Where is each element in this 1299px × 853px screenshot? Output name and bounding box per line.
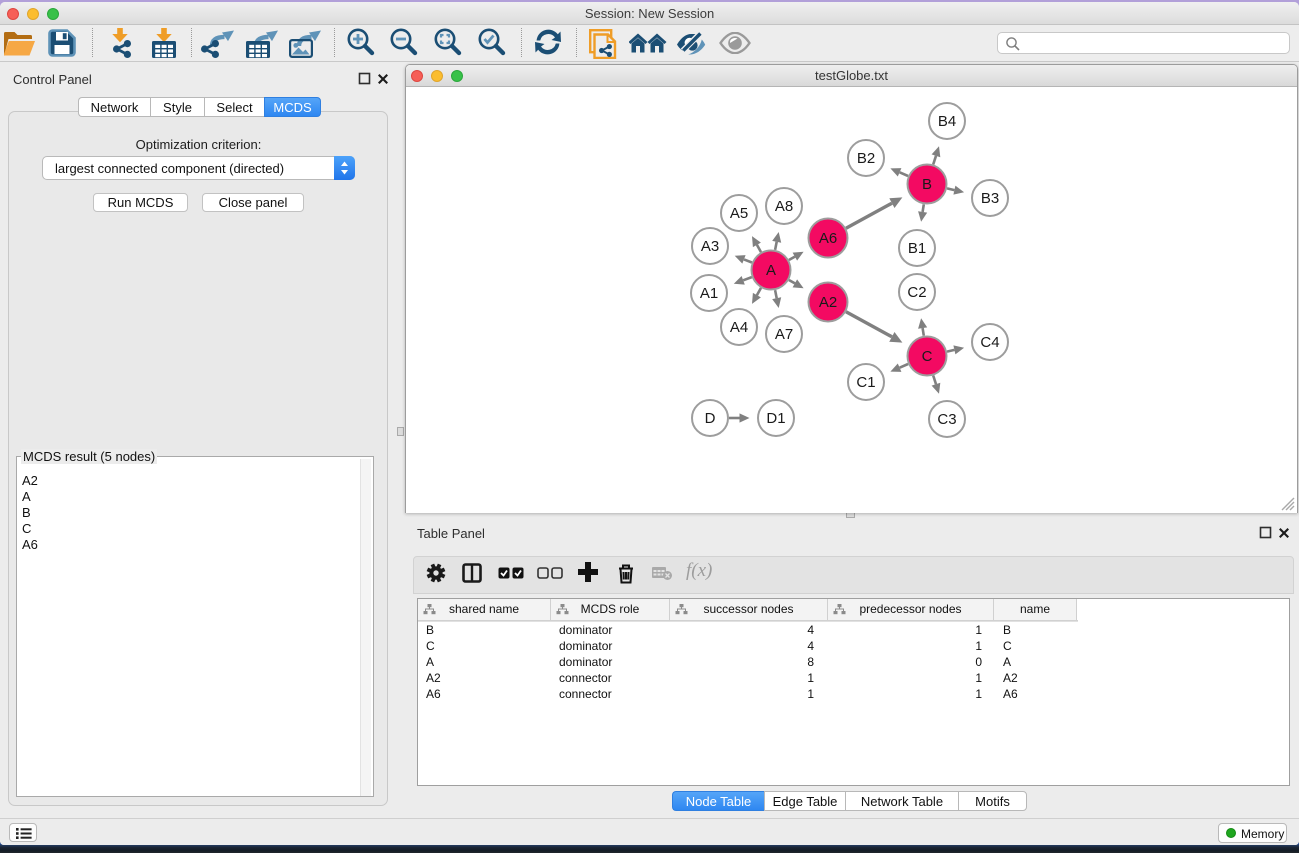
svg-text:A5: A5 [730,205,748,222]
svg-text:A7: A7 [775,326,793,343]
svg-text:B4: B4 [938,113,956,130]
svg-text:A3: A3 [701,238,719,255]
svg-text:A8: A8 [775,198,793,215]
svg-text:B: B [922,176,932,193]
svg-text:A6: A6 [819,230,837,247]
svg-text:C3: C3 [937,411,956,428]
svg-text:B1: B1 [908,240,926,257]
svg-text:C1: C1 [856,374,875,391]
svg-text:B2: B2 [857,150,875,167]
svg-text:D: D [705,410,716,427]
svg-text:B3: B3 [981,190,999,207]
svg-text:A4: A4 [730,319,748,336]
svg-text:A1: A1 [700,285,718,302]
svg-text:A: A [766,262,776,279]
svg-text:C2: C2 [907,284,926,301]
svg-text:A2: A2 [819,294,837,311]
svg-text:C4: C4 [980,334,999,351]
svg-text:C: C [922,348,933,365]
svg-text:D1: D1 [766,410,785,427]
